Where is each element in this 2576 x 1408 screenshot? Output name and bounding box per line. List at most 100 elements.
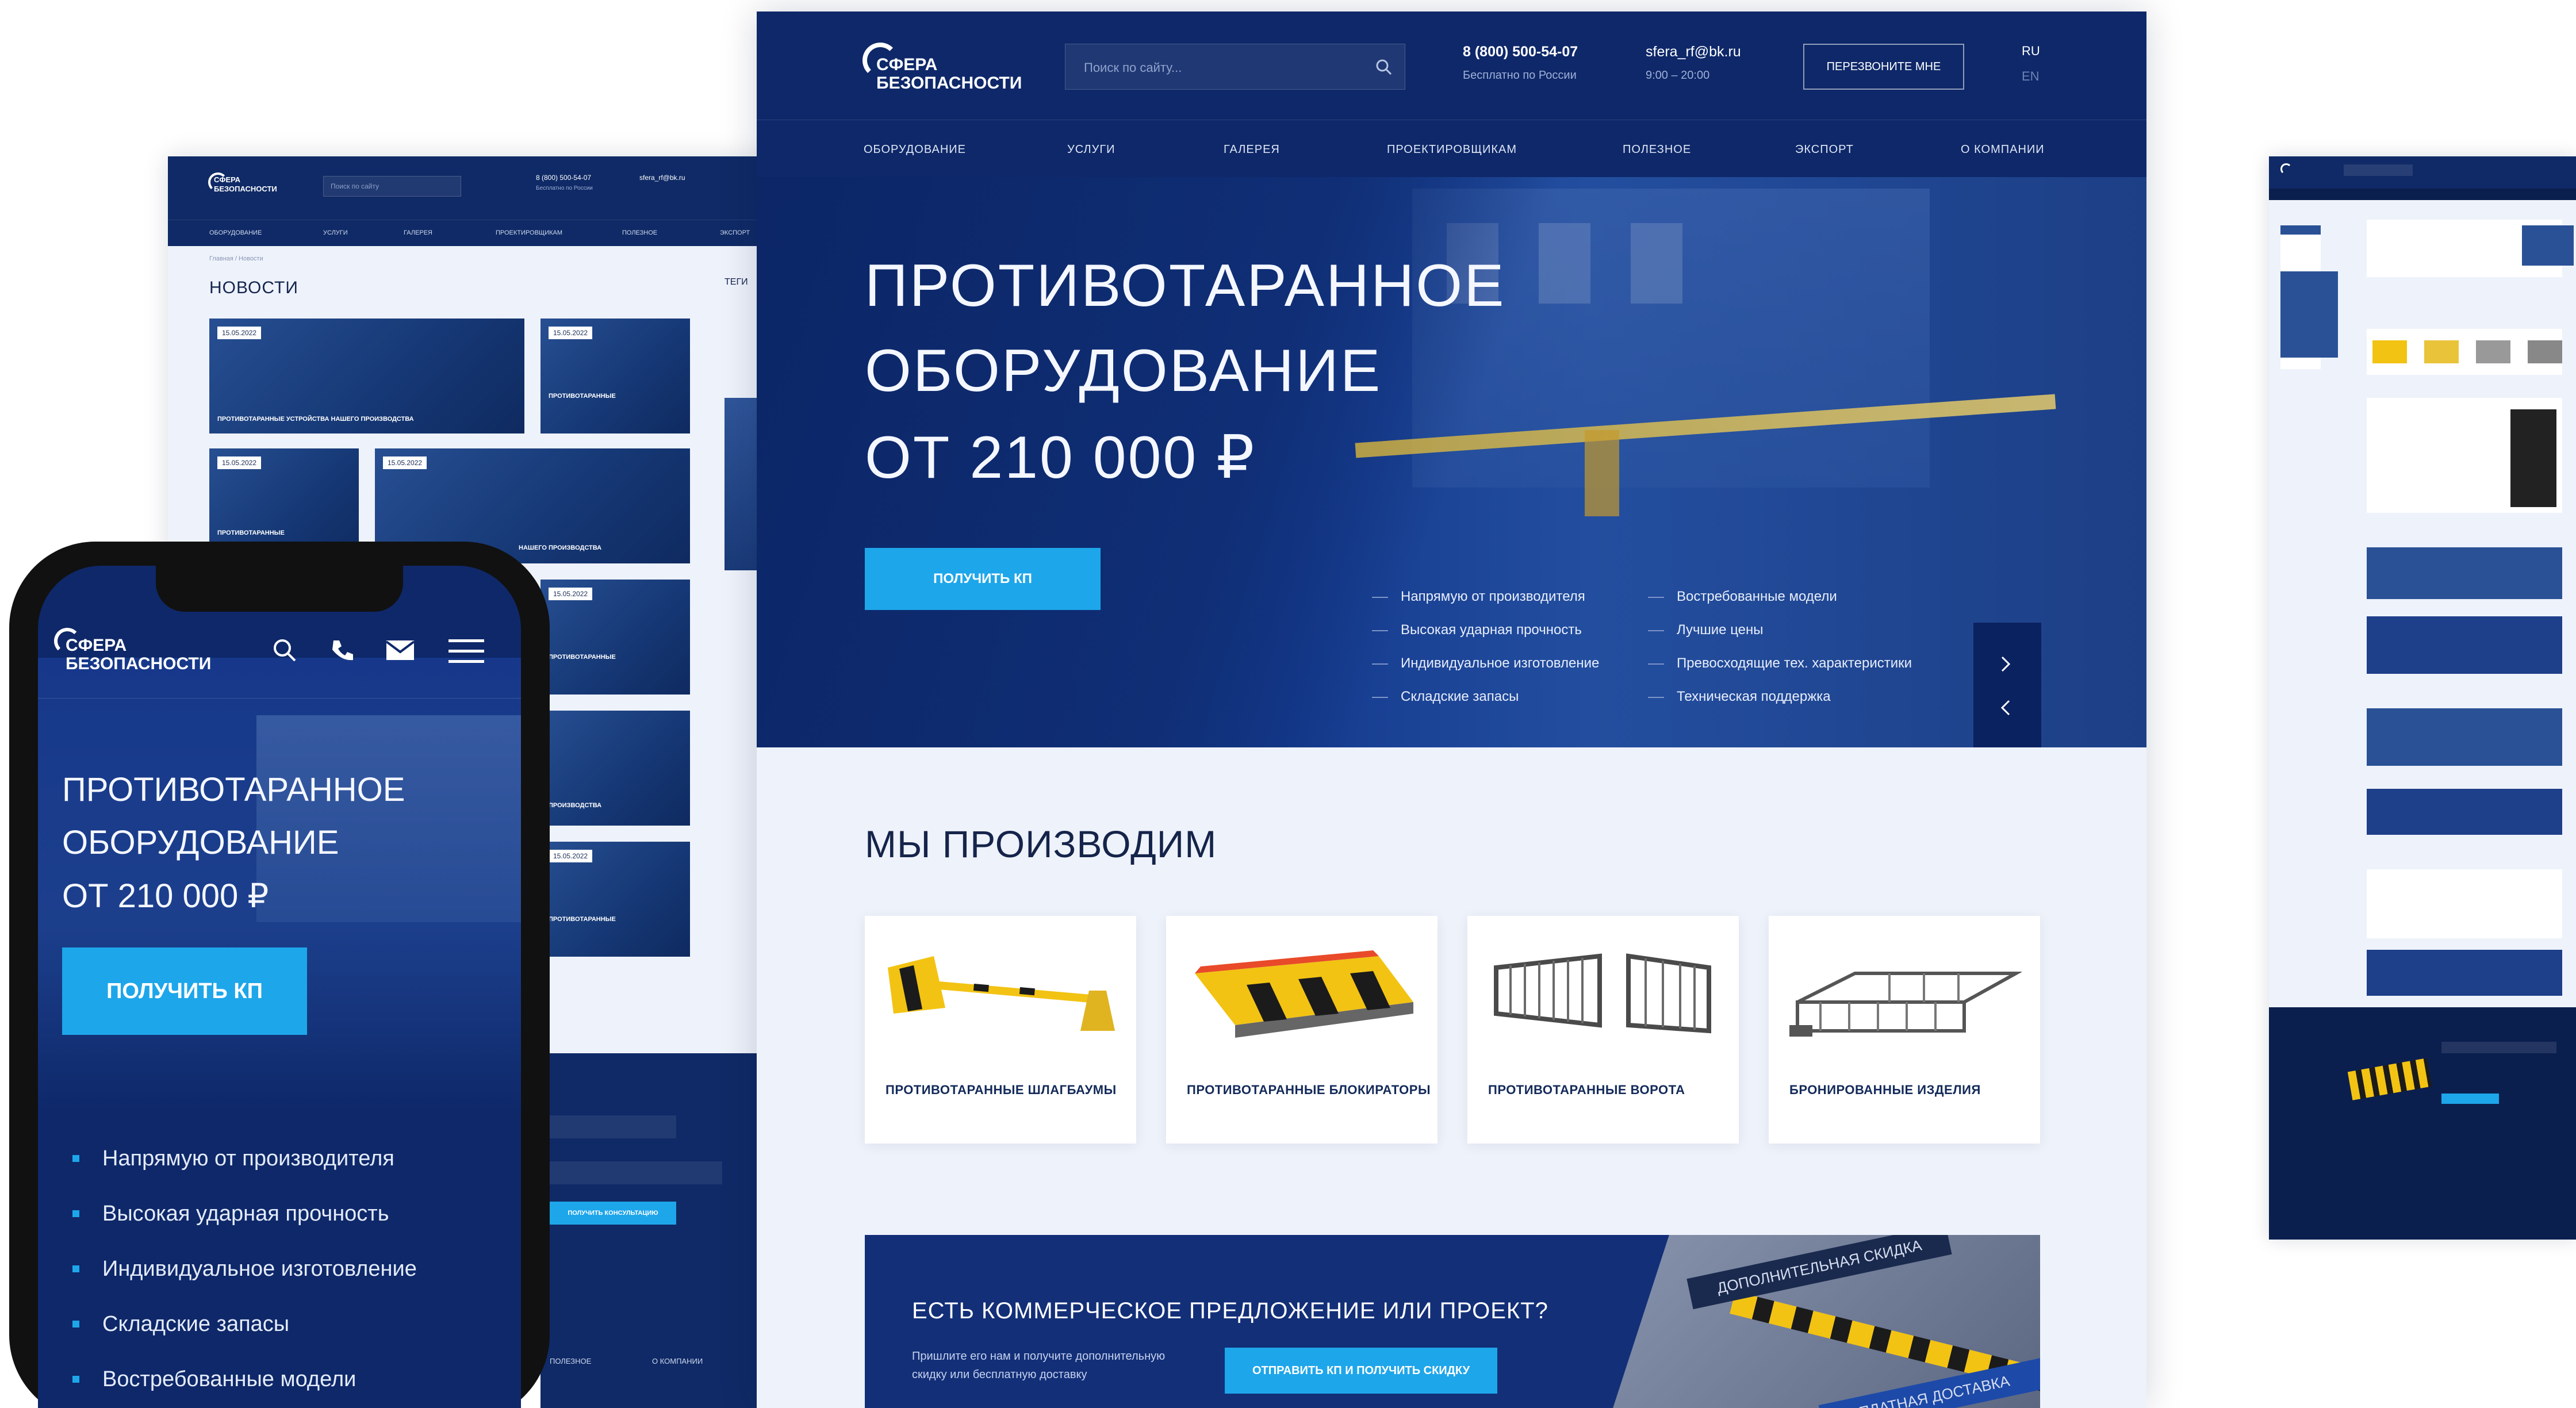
offer-banner: ДОПОЛНИТЕЛЬНАЯ СКИДКА ПЛАТНАЯ ДОСТАВКА Е… [865,1235,2040,1408]
main-menu: ОБОРУДОВАНИЕ УСЛУГИ ГАЛЕРЕЯ ПРОЕКТИРОВЩИ… [757,120,2146,177]
mini-product[interactable] [2424,340,2459,363]
breadcrumb[interactable]: Главная / Новости [209,255,263,262]
product-card-barriers[interactable]: ПРОТИВОТАРАННЫЕ ШЛАГБАУМЫ [865,916,1136,1144]
mobile-hero-building [256,715,521,922]
menu-equipment[interactable]: ОБОРУДОВАНИЕ [864,143,966,156]
news-phone[interactable]: 8 (800) 500-54-07 [536,174,591,182]
news-menu-item[interactable]: ПРОЕКТИРОВЩИКАМ [496,229,562,236]
news-menu-item[interactable]: ОБОРУДОВАНИЕ [209,229,262,236]
product-card-gates[interactable]: ПРОТИВОТАРАННЫЕ ВОРОТА [1467,916,1739,1144]
mobile-logo-line2[interactable]: БЕЗОПАСНОСТИ [66,655,211,673]
news-card[interactable]: 15.05.2022 ПРОТИВОТАРАННЫЕ [540,319,690,433]
news-email[interactable]: sfera_rf@bk.ru [639,174,685,182]
header-hours: 9:00 – 20:00 [1646,69,1710,82]
news-menu-item[interactable]: ПОЛЕЗНОЕ [622,229,657,236]
mobile-bullet: Напрямую от производителя [102,1146,394,1171]
header-phone-note: Бесплатно по России [1463,69,1577,82]
mail-icon[interactable] [385,638,415,662]
adv-dash [1372,697,1388,698]
chevron-left-icon[interactable] [1994,696,2017,719]
news-title: НОВОСТИ [209,278,298,297]
news-card[interactable]: 15.05.2022 ПРОТИВОТАРАННЫЕ УСТРОЙСТВА НА… [209,319,524,433]
barrier-icon [888,956,1115,1031]
news-card[interactable]: ПРОИЗВОДСТВА [540,711,690,826]
news-search-input[interactable]: Поиск по сайту [323,176,461,197]
mobile-bullet: Индивидуальное изготовление [102,1257,417,1281]
divider [38,698,521,699]
mini-projects[interactable] [2367,708,2562,766]
news-caption: НАШЕГО ПРОИЗВОДСТВА [519,544,602,551]
news-card[interactable]: 15.05.2022 ПРОТИВОТАРАННЫЕ [540,580,690,695]
menu-about[interactable]: О КОМПАНИИ [1961,143,2045,156]
get-offer-button[interactable]: ПОЛУЧИТЬ КП [865,548,1101,610]
news-caption: ПРОТИВОТАРАННЫЕ [549,916,616,923]
news-caption: ПРОИЗВОДСТВА [549,802,602,809]
footer-input[interactable] [550,1161,722,1184]
send-offer-button[interactable]: ОТПРАВИТЬ КП И ПОЛУЧИТЬ СКИДКУ [1225,1348,1497,1394]
footer-input[interactable] [550,1115,676,1138]
news-menu-item[interactable]: ГАЛЕРЕЯ [404,229,432,236]
mobile-bullet: Высокая ударная прочность [102,1202,389,1226]
mini-services[interactable] [2367,547,2562,599]
header-phone[interactable]: 8 (800) 500-54-07 [1463,44,1578,60]
search-icon[interactable] [270,636,299,665]
news-menu-item[interactable]: ЭКСПОРТ [720,229,750,236]
mini-menu [2269,189,2576,200]
mini-image [2522,225,2574,266]
bullet-icon [72,1321,79,1328]
offer-text-1: Пришлите его нам и получите дополнительн… [912,1350,1166,1363]
mini-product[interactable] [2372,340,2407,363]
menu-designers[interactable]: ПРОЕКТИРОВЩИКАМ [1387,143,1517,156]
consult-button[interactable]: ПОЛУЧИТЬ КОНСУЛЬТАЦИЮ [550,1202,676,1225]
logo-line1[interactable]: СФЕРА [876,56,937,74]
mobile-logo-line1[interactable]: СФЕРА [66,637,126,654]
mini-product[interactable] [2476,340,2510,363]
menu-export[interactable]: ЭКСПОРТ [1795,143,1854,156]
mobile-get-offer-button[interactable]: ПОЛУЧИТЬ КП [62,947,307,1035]
search-input[interactable]: Поиск по сайту... [1065,44,1405,90]
product-card-blockers[interactable]: ПРОТИВОТАРАННЫЕ БЛОКИРАТОРЫ [1166,916,1438,1144]
mini-banner[interactable] [2280,271,2338,358]
menu-icon[interactable] [448,637,484,665]
bullet-icon [72,1265,79,1272]
adv-item: Превосходящие тех. характеристики [1677,655,1912,671]
mini-footer-button[interactable] [2441,1094,2499,1104]
news-footer-area: ПОЛУЧИТЬ КОНСУЛЬТАЦИЮ ПОЛЕЗНОЕ О КОМПАНИ… [540,1058,757,1408]
callback-button[interactable]: ПЕРЕЗВОНИТЕ МНЕ [1803,44,1964,90]
chevron-right-icon[interactable] [1994,653,2017,676]
offer-text-2: скидку или бесплатную доставку [912,1368,1087,1381]
news-menu-item[interactable]: УСЛУГИ [323,229,348,236]
mini-cta-banner[interactable] [2367,616,2562,674]
product-card-armored[interactable]: БРОНИРОВАННЫЕ ИЗДЕЛИЯ [1769,916,2040,1144]
menu-services[interactable]: УСЛУГИ [1067,143,1116,156]
adv-item: Техническая поддержка [1677,689,1831,704]
mini-sidebar-active[interactable] [2280,225,2321,235]
search-icon[interactable] [1375,58,1393,76]
blocker-icon [1195,950,1413,1038]
mini-catalog-banner[interactable] [2367,789,2562,835]
mini-search[interactable] [2344,164,2413,176]
mini-person [2510,409,2556,507]
hero-barrier-post [1585,430,1619,516]
mini-header [2269,156,2576,189]
search-placeholder: Поиск по сайту... [1084,60,1182,75]
mini-footer-input[interactable] [2441,1042,2556,1053]
menu-gallery[interactable]: ГАЛЕРЕЯ [1224,143,1280,156]
phone-icon[interactable] [328,636,356,665]
news-header: СФЕРА БЕЗОПАСНОСТИ Поиск по сайту 8 (800… [168,156,766,220]
adv-dash [1372,630,1388,631]
menu-useful[interactable]: ПОЛЕЗНОЕ [1623,143,1691,156]
product-label: ПРОТИВОТАРАННЫЕ ШЛАГБАУМЫ [885,1083,1117,1097]
news-menu: ОБОРУДОВАНИЕ УСЛУГИ ГАЛЕРЕЯ ПРОЕКТИРОВЩИ… [168,220,766,246]
mobile-bullet: Востребованные модели [102,1367,356,1391]
adv-dash [1648,697,1664,698]
mini-question-banner[interactable] [2367,950,2562,996]
lang-ru[interactable]: RU [2022,44,2040,59]
slider-nav [1973,623,2041,747]
news-card[interactable]: 15.05.2022 ПРОТИВОТАРАННЫЕ [540,842,690,957]
header-email[interactable]: sfera_rf@bk.ru [1646,44,1741,60]
lang-en[interactable]: EN [2022,69,2040,84]
product-label: ПРОТИВОТАРАННЫЕ ВОРОТА [1488,1083,1685,1097]
mini-product[interactable] [2528,340,2562,363]
logo-line2[interactable]: БЕЗОПАСНОСТИ [876,75,1022,92]
